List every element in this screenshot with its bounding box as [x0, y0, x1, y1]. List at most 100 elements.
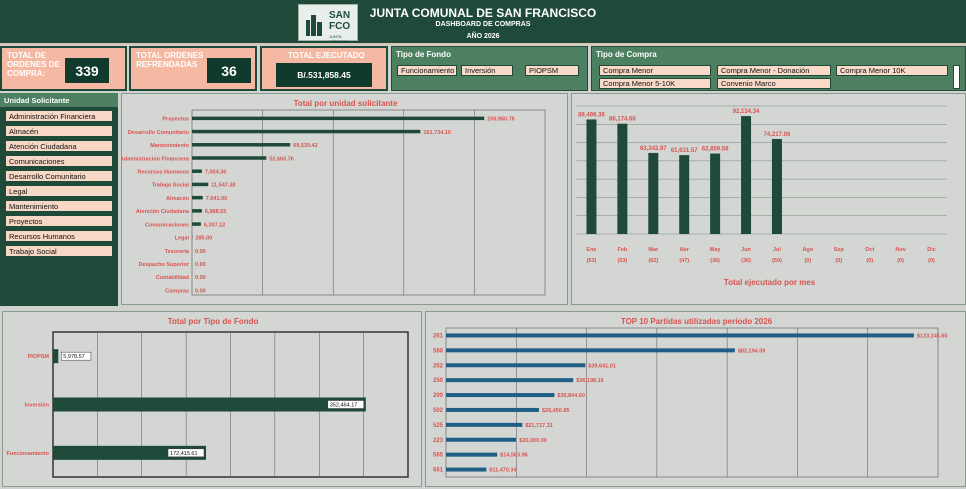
data-label: 172,415.61 — [170, 451, 198, 457]
bar — [192, 169, 202, 173]
bar — [53, 349, 59, 364]
data-label: $20,000.00 — [519, 438, 547, 444]
filter-title: Tipo de Compra — [596, 50, 657, 59]
category-label: Proyectos — [162, 117, 189, 123]
unidad-item[interactable]: Mantenimiento — [5, 200, 113, 212]
filter-chip-compra-menor-donacion[interactable]: Compra Menor - Donación — [717, 65, 831, 76]
count-label: (47) — [679, 258, 689, 264]
bar — [446, 407, 539, 412]
chart-unidad-solicitante: Total por unidad solicitante Proyectos 20… — [121, 93, 568, 305]
category-label: 250 — [433, 378, 444, 384]
bar — [192, 209, 202, 213]
chart-top10-partidas: TOP 10 Partidas utilizadas período 2026 … — [425, 311, 966, 487]
bar — [710, 153, 721, 234]
chart-mes-svg: 89,498.36 Ene (53) 86,174.66 Feb (53) 63,342.8… — [576, 105, 947, 264]
data-label: 352,464.17 — [330, 403, 358, 409]
chart-partidas-svg: 261 $133,145.60 580 $82,194.09 262 $39,641.01… — [433, 327, 948, 478]
data-label: 69,539.42 — [293, 143, 317, 149]
category-label: Dic — [927, 247, 936, 253]
bar — [192, 195, 203, 200]
unidad-item[interactable]: Proyectos — [5, 215, 113, 227]
category-label: 502 — [433, 408, 444, 414]
category-label: 262 — [433, 363, 444, 369]
category-label: Funcionamiento — [7, 451, 50, 457]
data-label: 6,307.12 — [204, 222, 225, 228]
category-label: Jun — [741, 247, 751, 253]
unidad-item[interactable]: Desarrollo Comunitario — [5, 170, 113, 182]
bar — [741, 116, 752, 234]
filter-title: Tipo de Fondo — [396, 50, 451, 59]
page-title: JUNTA COMUNAL DE SAN FRANCISCO — [369, 6, 597, 20]
bar — [192, 116, 485, 121]
tipo-fondo-filter: Tipo de Fondo Funcionamiento Inversión P… — [391, 46, 588, 91]
filter-chip-convenio-marco[interactable]: Convenio Marco — [717, 78, 831, 89]
kpi-label: TOTAL EJECUTADO — [288, 51, 365, 60]
bar — [446, 393, 555, 398]
bar — [446, 348, 735, 353]
count-label: (53) — [617, 258, 627, 264]
data-label: 161,734.10 — [423, 130, 451, 136]
data-label: 86,174.66 — [609, 117, 636, 123]
category-label: 200 — [433, 393, 444, 399]
bar — [192, 129, 421, 134]
data-label: 206,960.76 — [487, 117, 515, 123]
filter-chip-compra-menor[interactable]: Compra Menor — [599, 65, 711, 76]
filter-chip-inversion[interactable]: Inversión — [461, 65, 513, 76]
filter-chip-funcionamiento[interactable]: Funcionamiento — [397, 65, 457, 76]
filter-chip-compra-menor-10k[interactable]: Compra Menor 10K — [836, 65, 948, 76]
category-label: Trabajo Social — [152, 183, 190, 189]
kpi-label: TOTAL DE ORDENES DE COMPRA: — [7, 51, 60, 78]
unidad-item[interactable]: Trabajo Social — [5, 245, 113, 257]
filter-chip-compra-menor-5-10k[interactable]: Compra Menor 5-10K — [599, 78, 711, 89]
data-label: 0.00 — [195, 288, 206, 294]
data-label: 52,660.76 — [269, 156, 293, 162]
data-label: 0.00 — [195, 249, 206, 255]
chart-title: Total ejecutado por mes — [723, 278, 816, 287]
unidad-item[interactable]: Legal — [5, 185, 113, 197]
page-year: AÑO 2026 — [466, 33, 500, 40]
unidad-item[interactable]: Recursos Humanos — [5, 230, 113, 242]
bar — [446, 452, 498, 457]
filter-scrollbar[interactable] — [953, 65, 960, 89]
data-label: $39,641.01 — [588, 363, 616, 369]
category-label: May — [710, 247, 722, 253]
bar — [446, 467, 487, 472]
category-label: Almacén — [166, 196, 190, 202]
kpi-total-ordenes: TOTAL DE ORDENES DE COMPRA: 339 — [0, 46, 127, 91]
category-label: Jul — [773, 247, 781, 253]
category-label: Comunicaciones — [145, 222, 189, 228]
data-label: 285.00 — [195, 236, 212, 242]
count-label: (0) — [897, 258, 904, 264]
count-label: (0) — [866, 258, 873, 264]
kpi-value: 339 — [65, 58, 109, 83]
unidad-item[interactable]: Administración Financiera — [5, 110, 113, 122]
chart-tipo-fondo: Total por Tipo de Fondo PIOPSM 5,978.57 In… — [2, 311, 422, 487]
unidad-item[interactable]: Atención Ciudadana — [5, 140, 113, 152]
category-label: Contabilidad — [156, 275, 189, 281]
chart-ejecutado-mes: 89,498.36 Ene (53) 86,174.66 Feb (53) 63,342.8… — [571, 93, 966, 305]
category-label: Compras — [165, 288, 189, 294]
unidad-item[interactable]: Almacén — [5, 125, 113, 137]
category-label: Abr — [679, 247, 689, 253]
category-label: PIOPSM — [28, 354, 50, 360]
bar — [446, 333, 914, 338]
data-label: 63,342.87 — [640, 146, 667, 152]
bar — [446, 437, 517, 442]
data-label: 74,217.06 — [764, 132, 791, 138]
category-label: Atención Ciudadana — [136, 209, 190, 215]
count-label: (0) — [805, 258, 812, 264]
category-label: Administración Financiera — [122, 156, 190, 162]
kpi-total-refrendadas: TOTAL ORDENES REFRENDADAS 36 — [129, 46, 257, 91]
data-label: $26,450.85 — [542, 408, 570, 414]
filter-chip-piopsm[interactable]: PIOPSM — [525, 65, 579, 76]
category-label: 261 — [433, 333, 444, 339]
category-label: Nov — [895, 247, 906, 253]
category-label: Legal — [175, 236, 190, 242]
bar — [771, 139, 782, 234]
unidad-item[interactable]: Comunicaciones — [5, 155, 113, 167]
count-label: (0) — [835, 258, 842, 264]
category-label: Tesorería — [165, 249, 190, 255]
data-label: $14,563.96 — [500, 453, 528, 459]
data-label: $36,198.16 — [576, 378, 604, 384]
category-label: 223 — [433, 438, 444, 444]
